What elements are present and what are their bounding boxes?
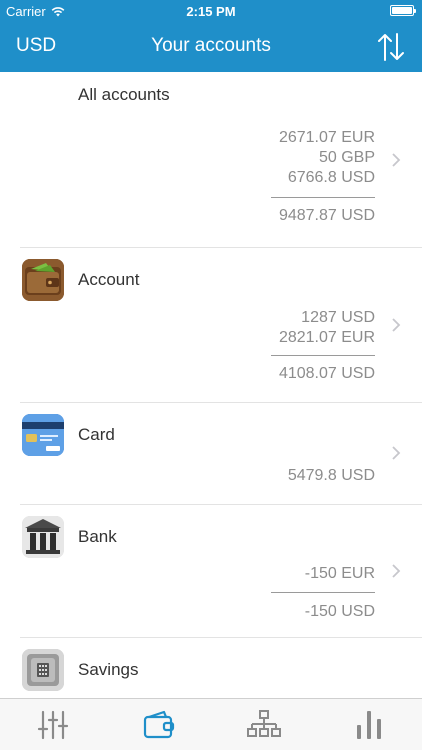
sliders-icon[interactable] — [34, 707, 72, 743]
account-amounts: 2671.07 EUR 50 GBP 6766.8 USD — [279, 128, 375, 188]
account-total: 4108.07 USD — [278, 365, 375, 382]
account-total: 9487.87 USD — [278, 207, 375, 224]
sort-arrows-icon[interactable] — [374, 30, 408, 64]
hierarchy-icon[interactable] — [245, 707, 283, 743]
battery-icon — [390, 5, 416, 16]
chevron-right-icon — [392, 153, 401, 167]
status-time: 2:15 PM — [186, 4, 236, 19]
chevron-right-icon — [392, 564, 401, 578]
nav-bar: USD Your accounts — [0, 22, 422, 72]
account-name: All accounts — [78, 85, 170, 104]
chevron-right-icon — [392, 318, 401, 332]
wallet-tab-icon[interactable] — [140, 707, 178, 743]
sum-divider — [271, 592, 375, 593]
bank-icon — [22, 516, 64, 558]
accounts-list: All accounts 2671.07 EUR 50 GBP 6766.8 U… — [0, 72, 422, 698]
account-row-bank[interactable]: Bank -150 EUR -150 USD — [0, 505, 422, 638]
amount-line: 1287 USD — [301, 309, 375, 326]
tab-bar — [0, 698, 422, 750]
chevron-right-icon — [392, 446, 401, 460]
sum-divider — [271, 197, 375, 198]
account-amounts: -150 EUR — [305, 564, 375, 584]
amount-line: 6766.8 USD — [287, 169, 375, 186]
amount-line: 2671.07 EUR — [278, 129, 375, 146]
account-name: Savings — [78, 660, 139, 679]
account-amounts: 1287 USD 2821.07 EUR — [279, 308, 375, 348]
sum-divider — [271, 355, 375, 356]
credit-card-icon — [22, 414, 64, 456]
amount-line: 50 GBP — [318, 149, 375, 166]
bar-chart-icon[interactable] — [350, 707, 388, 743]
amount-line: 2821.07 EUR — [278, 329, 375, 346]
account-row-account[interactable]: Account 1287 USD 2821.07 EUR 4108.07 USD — [0, 248, 422, 403]
account-total: -150 USD — [304, 603, 375, 620]
safe-icon — [22, 649, 64, 691]
amount-line: -150 EUR — [304, 565, 375, 582]
account-name: Bank — [78, 527, 117, 546]
account-row-card[interactable]: Card 5479.8 USD — [0, 403, 422, 505]
currency-button[interactable]: USD — [16, 35, 56, 57]
account-total: 5479.8 USD — [287, 467, 375, 484]
account-name: Card — [78, 425, 115, 444]
account-row-savings[interactable]: Savings — [0, 638, 422, 698]
account-name: Account — [78, 270, 140, 289]
wallet-icon — [22, 259, 64, 301]
status-bar: Carrier 2:15 PM — [0, 0, 422, 22]
page-title: Your accounts — [151, 35, 271, 56]
header: Carrier 2:15 PM USD Your accounts — [0, 0, 422, 72]
account-row-all[interactable]: All accounts 2671.07 EUR 50 GBP 6766.8 U… — [0, 72, 422, 248]
